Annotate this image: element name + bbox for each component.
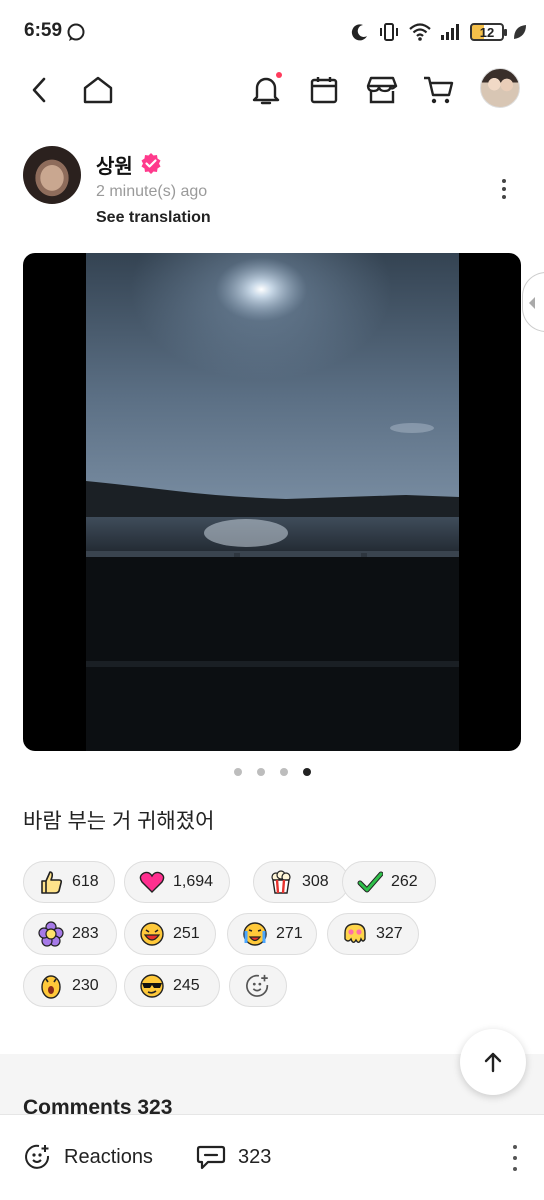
author-name[interactable]: 상원 [96,150,133,179]
post-timestamp: 2 minute(s) ago [96,183,208,200]
reaction-count: 245 [173,977,200,994]
crying-icon [242,921,268,947]
cool-icon [139,973,165,999]
carousel-dot[interactable] [256,768,265,776]
reaction-chip-melting[interactable]: 327 [327,913,419,955]
arrow-up-icon [484,1052,502,1073]
bell-icon [252,77,280,105]
more-dot [513,1167,517,1171]
calendar-icon [310,77,338,104]
post-caption: 바람 부는 거 귀해졌어 [23,810,215,833]
shop-icon [366,76,398,104]
reaction-count: 1,694 [173,873,214,890]
reaction-chip-popcorn[interactable]: 308 [253,861,349,903]
scroll-to-top-button[interactable] [460,1029,526,1095]
author-avatar[interactable] [23,146,81,204]
thumbs-up-icon [38,869,64,895]
shop-button[interactable] [362,70,402,110]
carousel-dots [0,768,544,776]
see-translation-link[interactable]: See translation [96,209,211,227]
lake-sunset-photo [86,253,459,751]
reaction-count: 262 [391,873,418,890]
melting-icon [342,921,368,947]
side-drawer-handle[interactable] [522,272,544,332]
verified-badge-icon [141,153,161,174]
status-bar: 6:59 12 [0,0,544,64]
post-media[interactable] [23,253,521,751]
add-emoji-icon [245,973,271,999]
reaction-count: 308 [302,873,329,890]
signal-icon [441,24,459,40]
comments-button[interactable]: 323 [196,1143,271,1171]
reaction-count: 230 [72,977,99,994]
moon-icon [351,24,367,41]
chat-bubble-icon [67,23,85,41]
comments-count: 323 [238,1145,272,1168]
reaction-chip-flower[interactable]: 283 [23,913,117,955]
back-icon [32,77,46,103]
carousel-dot[interactable] [233,768,242,776]
carousel-dot-active[interactable] [302,768,311,776]
more-dot [513,1156,517,1160]
surprised-icon [38,973,64,999]
reactions-button[interactable]: Reactions [24,1143,153,1171]
bottom-more-button[interactable] [510,1145,520,1171]
reaction-chip-heart[interactable]: 1,694 [124,861,230,903]
reaction-count: 327 [376,925,403,942]
reaction-chip-cool[interactable]: 245 [124,965,220,1007]
cart-button[interactable] [418,70,458,110]
reaction-count: 271 [276,925,303,942]
reaction-chip-thumbs-up[interactable]: 618 [23,861,115,903]
post-more-button[interactable] [492,174,516,204]
heart-icon [139,869,165,895]
profile-avatar[interactable] [480,68,520,108]
more-dot [502,195,506,199]
calendar-button[interactable] [304,70,344,110]
top-navigation [0,64,544,116]
reaction-chip-surprised[interactable]: 230 [23,965,117,1007]
status-time: 6:59 [24,20,63,41]
reactions-label: Reactions [64,1145,153,1168]
cart-icon [424,76,454,104]
more-dot [502,179,506,183]
home-icon [83,76,113,104]
status-icons: 12 [350,20,528,44]
reaction-chip-check[interactable]: 262 [342,861,436,903]
more-dot [513,1145,517,1149]
leaf-icon [514,25,526,39]
back-button[interactable] [20,70,60,110]
reaction-count: 251 [173,925,200,942]
home-button[interactable] [78,70,118,110]
reaction-count: 283 [72,925,99,942]
wifi-icon [409,23,431,41]
bottom-action-bar: Reactions 323 [0,1114,544,1200]
notification-dot [276,72,282,78]
notifications-button[interactable] [246,70,286,110]
more-dot [502,187,506,191]
vibrate-icon [380,23,398,41]
reaction-chip-laughing[interactable]: 251 [124,913,216,955]
add-reaction-button[interactable] [229,965,287,1007]
flower-icon [38,921,64,947]
battery-level: 12 [479,24,495,40]
battery-indicator: 12 [470,23,507,41]
carousel-dot[interactable] [279,768,288,776]
check-icon [357,869,383,895]
popcorn-icon [268,869,294,895]
add-reaction-icon [25,1144,50,1169]
comment-icon [196,1145,226,1170]
reaction-chip-crying[interactable]: 271 [227,913,317,955]
laughing-icon [139,921,165,947]
reaction-count: 618 [72,873,99,890]
post-header: 상원 2 minute(s) ago See translation [0,140,544,240]
